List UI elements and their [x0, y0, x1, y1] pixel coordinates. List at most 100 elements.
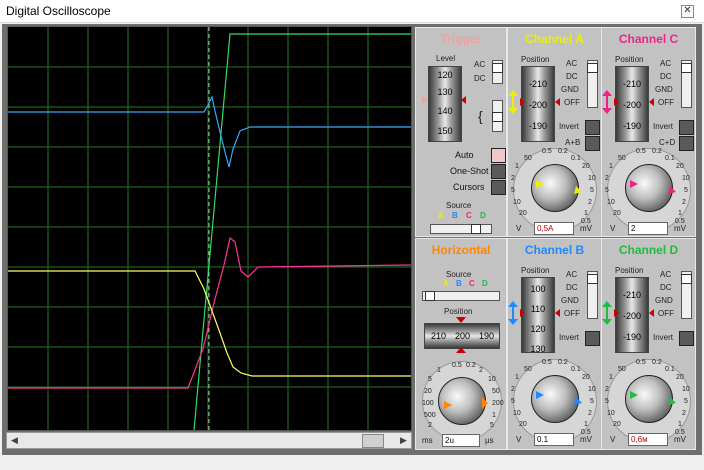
channel_d-ac-label: AC — [660, 270, 672, 279]
channel_a-dial-label: 0.2 — [558, 148, 568, 155]
horizontal-source-label: Source — [446, 270, 472, 279]
channel_d-dial-label: 0.5 — [636, 359, 646, 366]
horizontal-source-slider[interactable] — [422, 291, 500, 301]
channel_c-value-field[interactable]: 2 — [628, 222, 668, 235]
auto-button[interactable] — [491, 148, 506, 163]
channel_d-position-label: Position — [615, 266, 644, 275]
channel_d-unit-left: V — [610, 435, 616, 444]
channel_d-invert-button[interactable] — [679, 331, 694, 346]
channel_d-dial-label: 1 — [678, 421, 682, 428]
trigger-edge-switch[interactable] — [492, 100, 503, 132]
trigger-source-slider[interactable] — [430, 224, 492, 234]
channel_b-invert-button[interactable] — [585, 331, 600, 346]
channel_a-knob-pointer-icon — [536, 180, 582, 194]
channel_c-title: Channel C — [618, 32, 679, 46]
channel_d-dial-label: 0.2 — [652, 359, 662, 366]
channel_c-dial-label: 20 — [613, 210, 621, 217]
channel_a-value-field[interactable]: 0,5A — [534, 222, 574, 235]
channel_c-dial-label: 20 — [676, 163, 684, 170]
channel_b-dial-label: 1 — [584, 421, 588, 428]
channel_b-knob-pointer-icon — [536, 391, 582, 405]
channel_a-invert-button[interactable] — [585, 120, 600, 135]
channel_a-title: Channel A — [525, 32, 584, 46]
scope-display — [7, 26, 412, 431]
channel_a-unit-right: mV — [580, 224, 592, 233]
trigger-dc-label: DC — [474, 74, 486, 83]
channel_c-invert-button[interactable] — [679, 120, 694, 135]
channel_a-dial-label: 20 — [582, 163, 590, 170]
trace-channel-d — [193, 33, 411, 431]
timebase-value-field[interactable]: 2u — [442, 434, 480, 447]
channel_c-combine-button[interactable] — [679, 136, 694, 151]
channel_d-dial-label: 5 — [684, 398, 688, 405]
channel-d-panel: Channel D Position -210 -200 -190 AC DC GN… — [601, 238, 696, 450]
channel_a-dial-label: 2 — [588, 199, 592, 206]
channel_d-unit-right: mV — [674, 435, 686, 444]
channel_b-gnd-label: GND — [561, 296, 579, 305]
channel_d-title: Channel D — [618, 243, 679, 257]
channel_d-dial-label: 2 — [605, 386, 609, 393]
scroll-thumb[interactable] — [362, 434, 384, 448]
channel_c-dial-label: 2 — [682, 199, 686, 206]
one-shot-label: One-Shot — [450, 166, 489, 176]
channel_a-coupling-switch[interactable] — [587, 60, 598, 108]
channel_c-gnd-label: GND — [655, 85, 673, 94]
channel_a-dial-label: 1 — [515, 163, 519, 170]
channel_d-value-field[interactable]: 0,6м — [628, 433, 668, 446]
auto-label: Auto — [455, 150, 474, 160]
channel_c-dial-label: 50 — [618, 155, 626, 162]
horizontal-position-label: Position — [444, 307, 473, 316]
cursors-button[interactable] — [491, 180, 506, 195]
channel_a-dial-label: 0.5 — [542, 148, 552, 155]
channel_d-dial-label: 10 — [607, 410, 615, 417]
channel_d-coupling-switch[interactable] — [681, 271, 692, 319]
waveform-plot — [8, 27, 412, 431]
channel_d-dial-label: 50 — [618, 366, 626, 373]
horizontal-title: Horizontal — [431, 243, 491, 257]
channel_d-dial-label: 20 — [613, 421, 621, 428]
channel_d-dial-label: 5 — [605, 398, 609, 405]
cursors-label: Cursors — [453, 182, 485, 192]
channel_b-unit-right: mV — [580, 435, 592, 444]
channel_c-invert-label: Invert — [653, 122, 674, 131]
channel_d-dial-label: 2 — [682, 410, 686, 417]
source-d-label: D — [480, 211, 486, 220]
channel_a-position-arrow-icon — [508, 90, 560, 114]
channel_b-dial-label: 10 — [588, 386, 596, 393]
channel_c-ac-label: AC — [660, 59, 672, 68]
horizontal-marker-bottom-icon — [456, 347, 466, 353]
scroll-left-icon[interactable]: ◀ — [7, 433, 22, 448]
channel_a-off-label: OFF — [564, 98, 580, 107]
trigger-coupling-switch[interactable] — [492, 60, 503, 84]
one-shot-button[interactable] — [491, 164, 506, 179]
channel_b-coupling-switch[interactable] — [587, 271, 598, 319]
channel_d-dial-label: 20 — [676, 374, 684, 381]
channel_a-invert-label: Invert — [559, 122, 580, 131]
channel_c-dial-label: 1 — [678, 210, 682, 217]
timebase-unit-right: µs — [485, 436, 494, 445]
channel_a-combine-label: A+B — [565, 138, 581, 147]
channel_b-invert-label: Invert — [559, 333, 580, 342]
channel_d-invert-label: Invert — [653, 333, 674, 342]
channel_c-dial-label: 0.5 — [636, 148, 646, 155]
horizontal-position-drum[interactable]: 210 200 190 — [424, 323, 500, 349]
scroll-right-icon[interactable]: ▶ — [396, 433, 411, 448]
title-bar: Digital Oscilloscope ✕ — [0, 0, 704, 23]
channel_b-dial-label: 0.2 — [558, 359, 568, 366]
channel_a-dc-label: DC — [566, 72, 578, 81]
channel_c-position-arrow-icon — [602, 90, 654, 114]
channel_a-dial-label: 5 — [590, 187, 594, 194]
horizontal-scrollbar[interactable]: ◀ ▶ — [6, 432, 412, 449]
channel_a-dial-label: 2 — [511, 175, 515, 182]
channel_b-dial-label: 0.1 — [571, 366, 581, 373]
trigger-title: Trigger — [440, 32, 482, 46]
close-icon[interactable]: ✕ — [681, 5, 694, 18]
channel_a-dial-label: 5 — [511, 187, 515, 194]
channel_a-combine-button[interactable] — [585, 136, 600, 151]
channel_d-dial-label: 10 — [682, 386, 690, 393]
channel_d-off-label: OFF — [658, 309, 674, 318]
trigger-source-label: Source — [446, 201, 472, 210]
channel_b-value-field[interactable]: 0.1 — [534, 433, 574, 446]
channel_c-coupling-switch[interactable] — [681, 60, 692, 108]
channel_a-position-label: Position — [521, 55, 550, 64]
